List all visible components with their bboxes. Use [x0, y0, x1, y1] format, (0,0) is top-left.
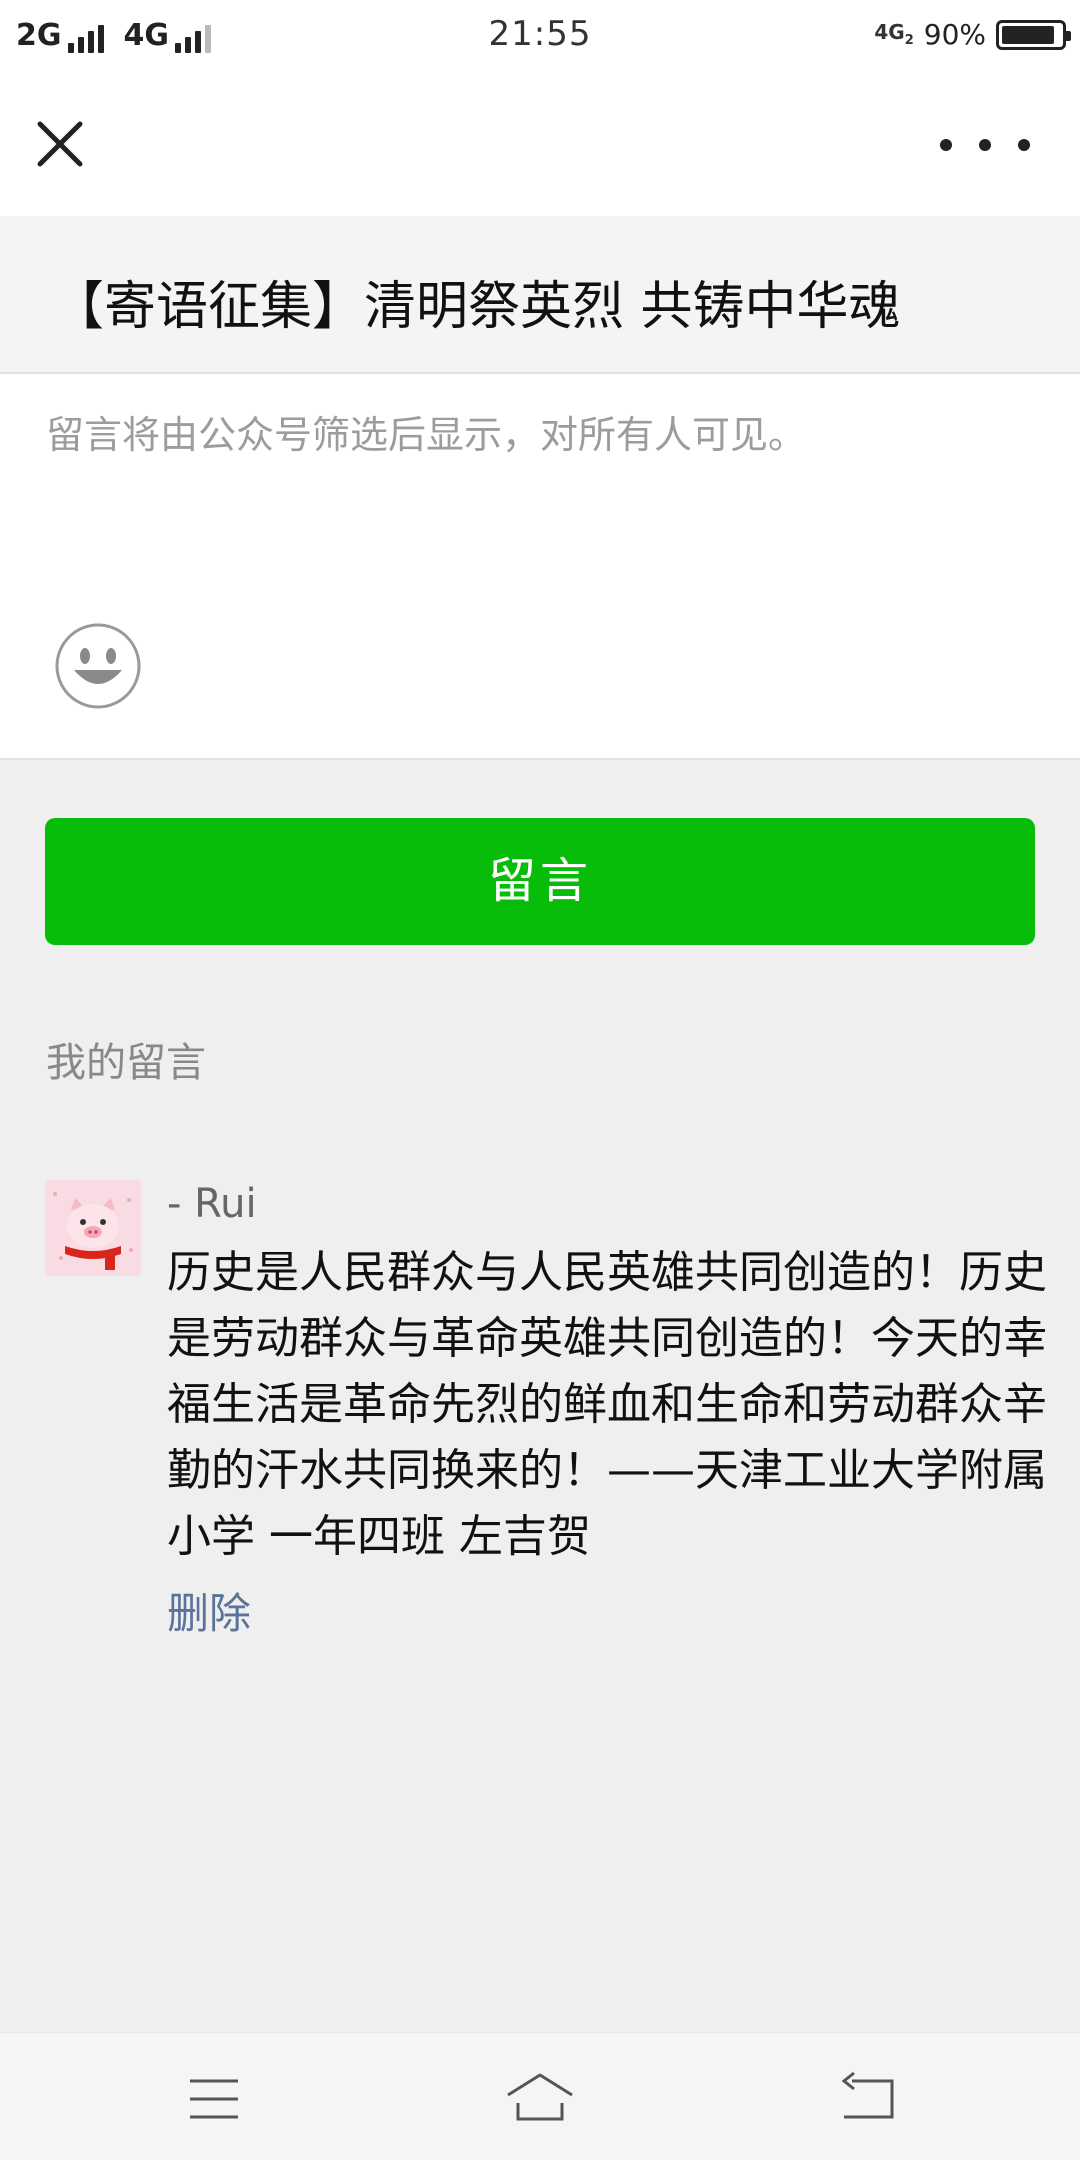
- my-comments-heading: 我的留言: [46, 1040, 206, 1086]
- comment-compose-area: [0, 374, 1080, 760]
- article-title: 【寄语征集】清明祭英烈 共铸中华魂: [0, 216, 1080, 374]
- avatar: [45, 1180, 141, 1276]
- battery-percent: 90%: [923, 18, 986, 51]
- battery-icon: [996, 19, 1071, 50]
- menu-icon[interactable]: [180, 2069, 260, 2129]
- home-icon[interactable]: [500, 2069, 580, 2129]
- close-icon[interactable]: [30, 114, 90, 174]
- network-4g-icon: 4G2: [874, 20, 914, 48]
- comment-body: - Rui 历史是人民群众与人民英雄共同创造的！历史是劳动群众与革命英雄共同创造…: [167, 1180, 1047, 1641]
- nav-bar: [0, 72, 1080, 216]
- system-navigation-bar: [0, 2032, 1080, 2160]
- smiley-face-icon[interactable]: [54, 622, 142, 710]
- back-icon[interactable]: [830, 2069, 910, 2129]
- status-right: 4G2 90%: [874, 18, 1071, 51]
- comment-nickname: - Rui: [167, 1181, 257, 1227]
- status-bar: 2G 4G 21:55 4G2 90%: [0, 0, 1080, 72]
- more-options-icon[interactable]: [940, 130, 1030, 160]
- submit-comment-button[interactable]: 留言: [45, 818, 1035, 945]
- delete-comment-link[interactable]: 删除: [167, 1580, 251, 1641]
- comment-input[interactable]: [46, 404, 1036, 604]
- comment-text: 历史是人民群众与人民英雄共同创造的！历史是劳动群众与革命英雄共同创造的！今天的幸…: [167, 1247, 1047, 1562]
